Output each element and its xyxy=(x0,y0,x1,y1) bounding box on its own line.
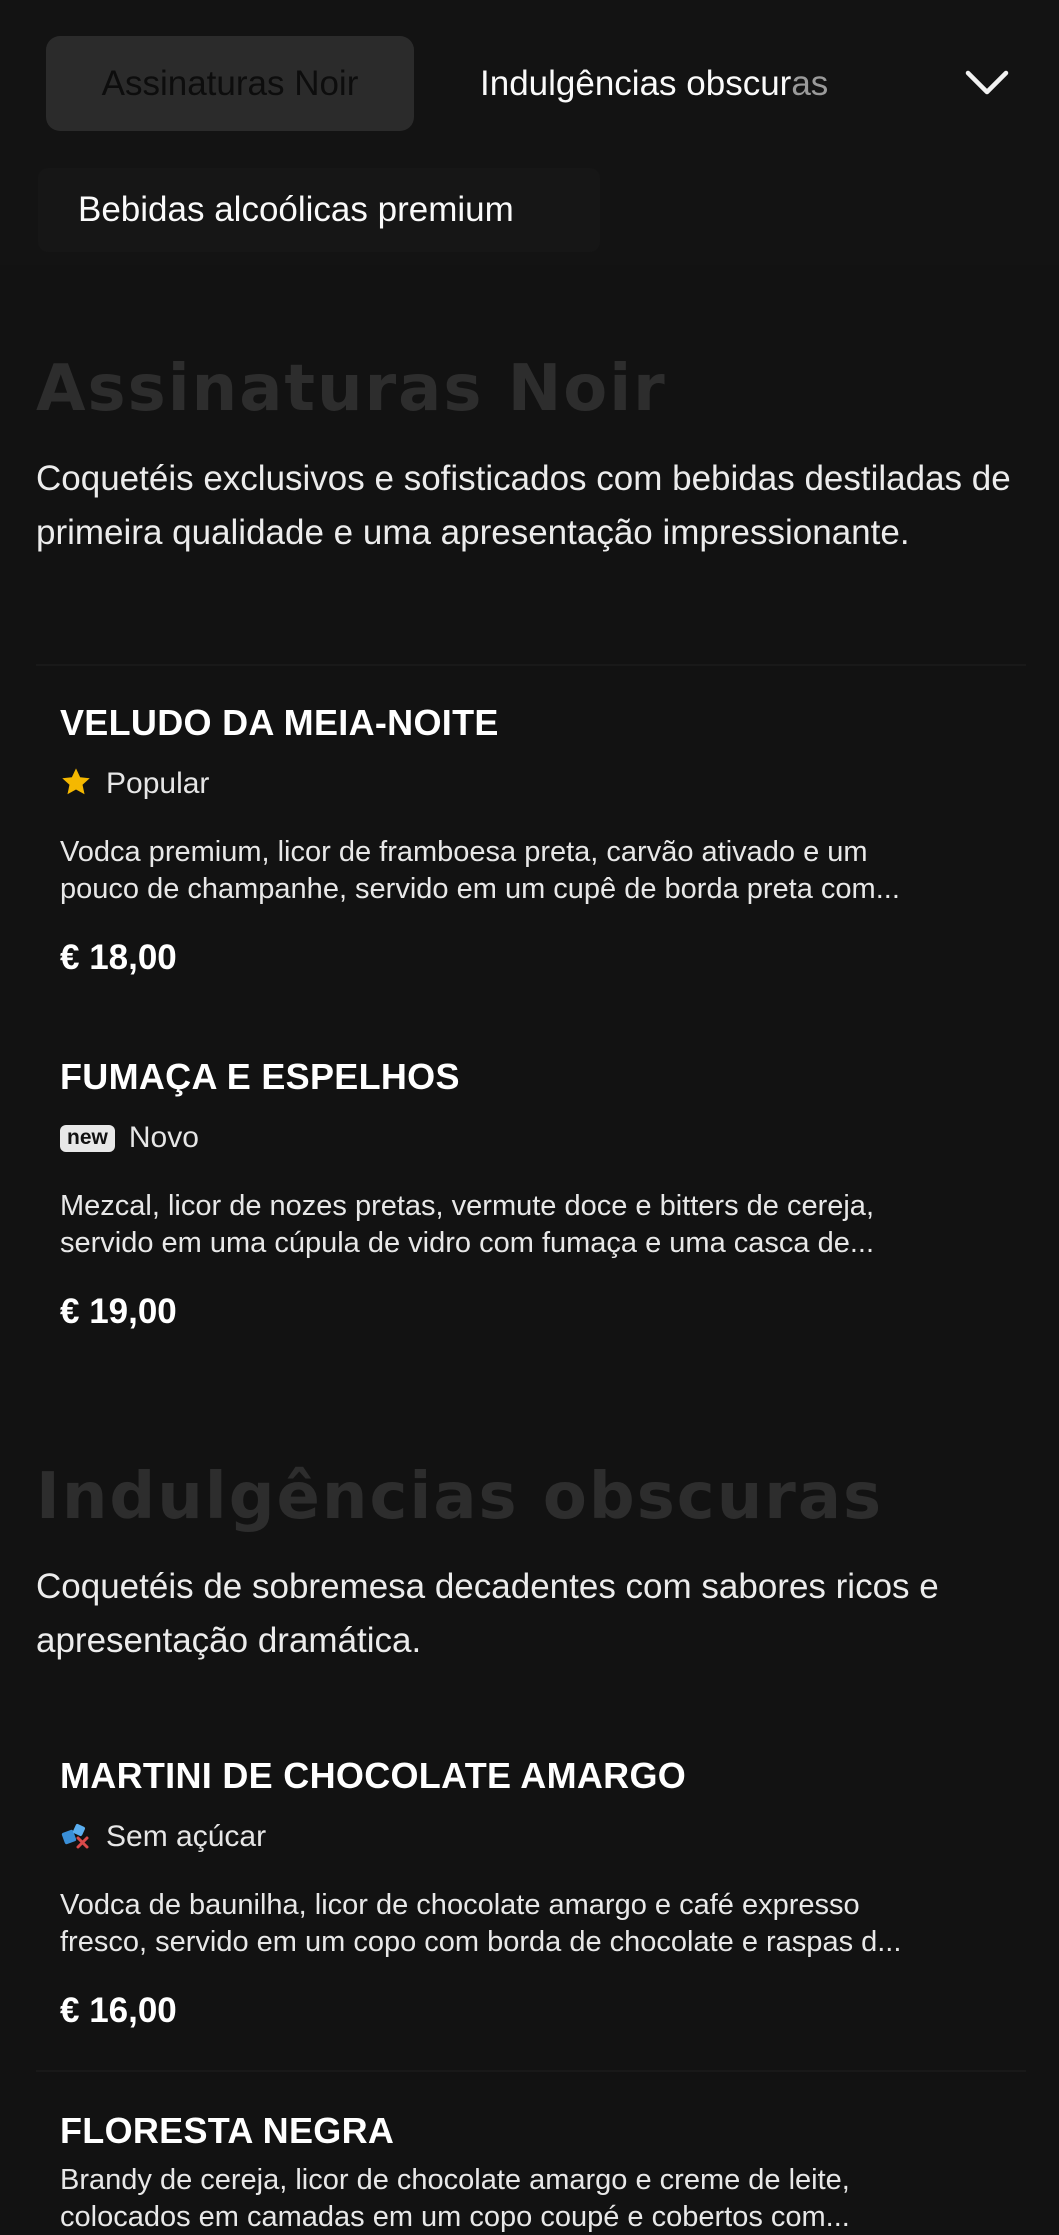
description-line: colocados em camadas em um copo coupé e … xyxy=(60,2201,850,2233)
tab-label: Bebidas alcoólicas premium xyxy=(78,190,514,229)
item-description: Vodca premium, licor de framboesa preta,… xyxy=(60,834,1020,908)
item-name: FLORESTA NEGRA xyxy=(60,2110,395,2151)
description-line: pouco de champanhe, servido em um cupê d… xyxy=(60,873,900,905)
chevron-down-icon[interactable] xyxy=(962,60,1012,106)
description-line: servido em uma cúpula de vidro com fumaç… xyxy=(60,1227,874,1259)
description-line: Vodca de baunilha, licor de chocolate am… xyxy=(60,1889,860,1921)
item-price: € 16,00 xyxy=(60,1991,177,2030)
description-line: fresco, servido em um copo com borda de … xyxy=(60,1926,902,1958)
tab-assinaturas-noir[interactable]: Assinaturas Noir xyxy=(46,36,414,131)
description-line: Mezcal, licor de nozes pretas, vermute d… xyxy=(60,1190,874,1222)
section-description: Coquetéis exclusivos e sofisticados com … xyxy=(36,459,1011,552)
menu-item[interactable]: VELUDO DA MEIA-NOITE Popular Vodca premi… xyxy=(60,702,1020,978)
section-description: Coquetéis de sobremesa decadentes com sa… xyxy=(36,1567,939,1660)
item-badge: new Novo xyxy=(60,1118,1020,1158)
divider xyxy=(36,2070,1026,2072)
item-name: FUMAÇA E ESPELHOS xyxy=(60,1056,460,1097)
item-name: MARTINI DE CHOCOLATE AMARGO xyxy=(60,1755,687,1796)
item-description: Brandy de cereja, licor de chocolate ama… xyxy=(60,2162,1020,2235)
badge-label: Sem açúcar xyxy=(106,1820,267,1853)
tab-bebidas-alcoolicas-premium[interactable]: Bebidas alcoólicas premium xyxy=(38,168,600,252)
menu-item[interactable]: FLORESTA NEGRA Brandy de cereja, licor d… xyxy=(60,2110,1020,2235)
tab-indulgencias-obscuras[interactable]: Indulgências obscur as xyxy=(480,36,828,131)
description-line: Vodca premium, licor de framboesa preta,… xyxy=(60,836,868,868)
new-icon: new xyxy=(60,1124,115,1152)
item-price: € 19,00 xyxy=(60,1292,177,1331)
tab-label: Assinaturas Noir xyxy=(101,63,359,103)
badge-label: Popular xyxy=(106,767,210,800)
divider xyxy=(36,664,1026,666)
category-nav: Assinaturas Noir Indulgências obscur as B… xyxy=(0,0,1059,265)
section-title: Assinaturas Noir xyxy=(36,352,667,426)
item-name: VELUDO DA MEIA-NOITE xyxy=(60,702,499,743)
item-description: Mezcal, licor de nozes pretas, vermute d… xyxy=(60,1188,1020,1262)
menu-item[interactable]: FUMAÇA E ESPELHOS new Novo Mezcal, licor… xyxy=(60,1056,1020,1332)
section-title: Indulgências obscuras xyxy=(36,1460,884,1534)
item-description: Vodca de baunilha, licor de chocolate am… xyxy=(60,1887,1020,1961)
item-badge: Sem açúcar xyxy=(60,1817,1020,1857)
sugar-free-icon xyxy=(60,1819,92,1856)
badge-label: Novo xyxy=(128,1121,199,1154)
tab-label: Indulgências obscur xyxy=(480,63,792,103)
star-icon xyxy=(60,766,92,803)
item-badge: Popular xyxy=(60,764,1020,804)
menu-item[interactable]: MARTINI DE CHOCOLATE AMARGO Sem açúcar V… xyxy=(60,1755,1020,2031)
tab-label-fade: as xyxy=(791,63,829,103)
item-price: € 18,00 xyxy=(60,938,177,977)
description-line: Brandy de cereja, licor de chocolate ama… xyxy=(60,2164,850,2196)
